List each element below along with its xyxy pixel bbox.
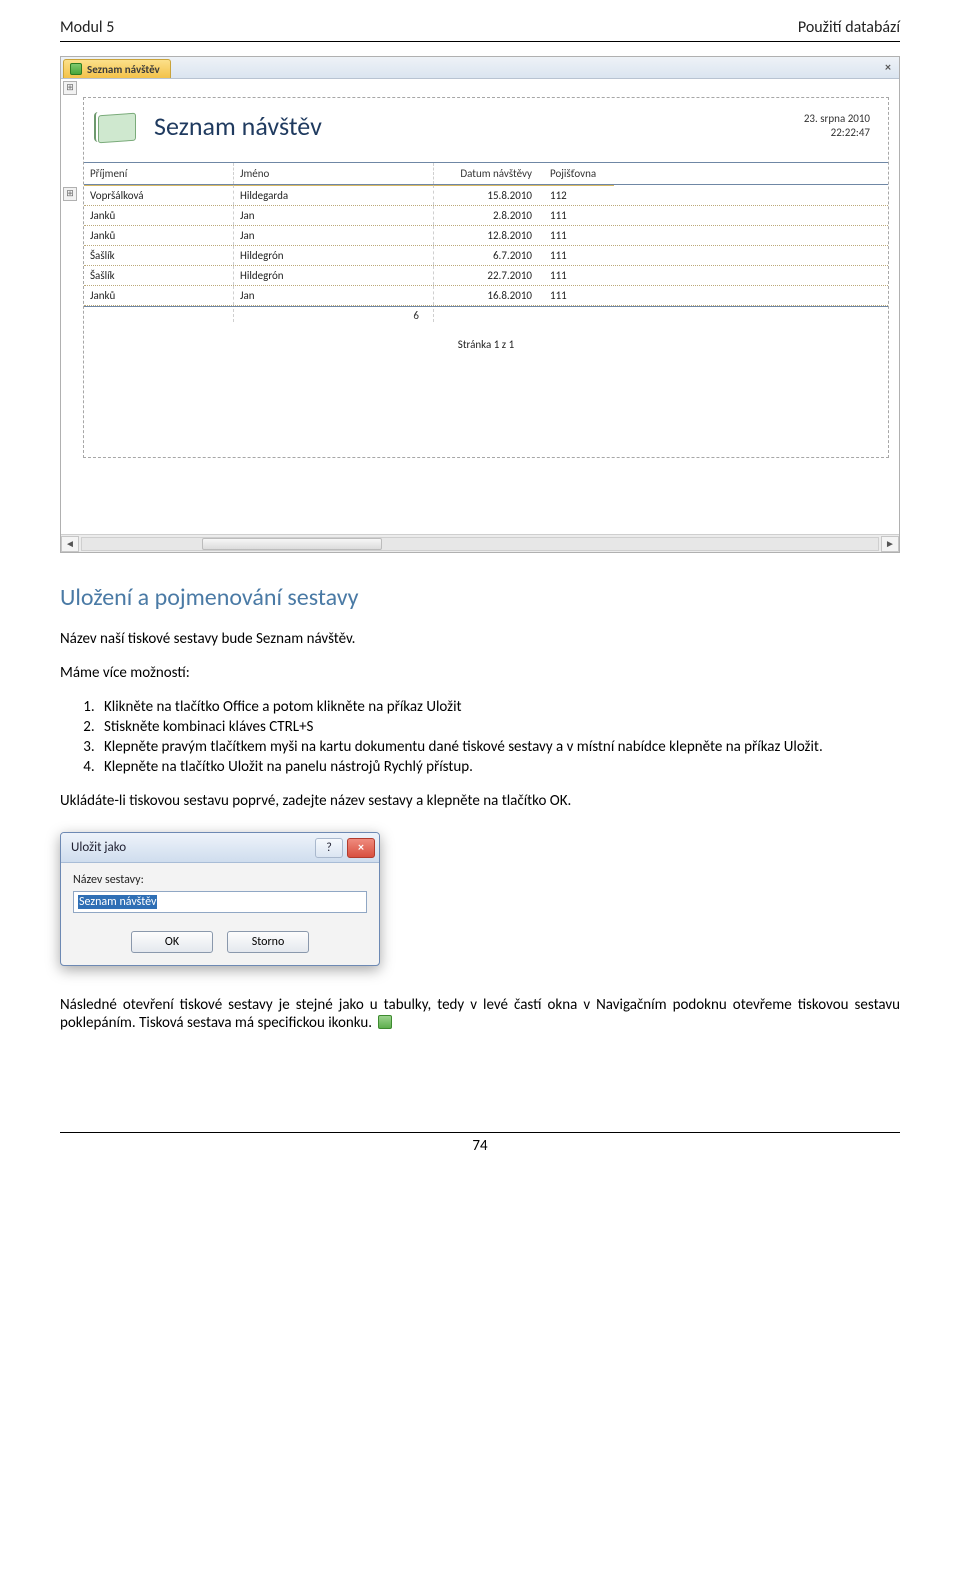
cell-pojistovna: 111 — [544, 206, 614, 225]
report-name-input[interactable]: Seznam návštěv — [73, 891, 367, 913]
cell-datum: 6.7.2010 — [434, 246, 544, 265]
table-row: JankůJan16.8.2010111 — [84, 286, 888, 306]
scroll-thumb[interactable] — [202, 538, 382, 550]
cell-jmeno: Hildegrón — [234, 246, 434, 265]
report-large-icon — [94, 106, 138, 146]
close-report-button[interactable]: × — [877, 57, 899, 78]
table-row: ŠašlíkHildegrón22.7.2010111 — [84, 266, 888, 286]
list-item: Stiskněte kombinaci kláves CTRL+S — [98, 718, 900, 736]
report-tabbar: Seznam návštěv × — [61, 57, 899, 79]
page-number: 74 — [472, 1137, 487, 1155]
section-heading: Uložení a pojmenování sestavy — [60, 583, 900, 612]
save-as-dialog: Uložit jako ? × Název sestavy: Seznam ná… — [60, 832, 380, 966]
dialog-titlebar: Uložit jako ? × — [61, 833, 379, 863]
first-save-paragraph: Ukládáte-li tiskovou sestavu poprvé, zad… — [60, 792, 900, 810]
cell-prijmeni: Vopršálková — [84, 185, 234, 205]
cell-pojistovna: 111 — [544, 286, 614, 305]
dialog-close-button[interactable]: × — [347, 838, 375, 858]
cell-jmeno: Jan — [234, 286, 434, 305]
header-right: Použití databází — [798, 18, 900, 37]
scroll-left-icon[interactable]: ◄ — [61, 536, 79, 552]
after-paragraph: Následné otevření tiskové sestavy je ste… — [60, 996, 900, 1032]
report-body: ⊞ ⊞ Seznam návštěv 23. srpna 2010 22:22:… — [61, 79, 899, 534]
report-tab-label: Seznam návštěv — [87, 63, 160, 76]
table-row: VopršálkováHildegarda15.8.2010112 — [84, 185, 888, 206]
table-row: JankůJan2.8.2010111 — [84, 206, 888, 226]
table-row: JankůJan12.8.2010111 — [84, 226, 888, 246]
cell-datum: 2.8.2010 — [434, 206, 544, 225]
cell-jmeno: Hildegrón — [234, 266, 434, 285]
ok-button[interactable]: OK — [131, 931, 213, 953]
cell-datum: 15.8.2010 — [434, 185, 544, 205]
horizontal-scrollbar[interactable]: ◄ ► — [61, 534, 899, 552]
report-tab[interactable]: Seznam návštěv — [63, 59, 171, 78]
cell-datum: 12.8.2010 — [434, 226, 544, 245]
list-item: Klikněte na tlačítko Office a potom klik… — [98, 698, 900, 716]
pager-text: Stránka 1 z 1 — [84, 324, 888, 357]
report-window: Seznam návštěv × ⊞ ⊞ Seznam návštěv 23. … — [60, 56, 900, 553]
scroll-track[interactable] — [81, 537, 879, 551]
steps-list: Klikněte na tlačítko Office a potom klik… — [98, 698, 900, 776]
row-header-cell-icon[interactable]: ⊞ — [63, 187, 77, 201]
page-header: Modul 5 Použití databází — [60, 18, 900, 42]
cell-pojistovna: 111 — [544, 246, 614, 265]
report-page: Seznam návštěv 23. srpna 2010 22:22:47 P… — [83, 97, 889, 458]
cell-datum: 16.8.2010 — [434, 286, 544, 305]
cell-prijmeni: Janků — [84, 206, 234, 225]
report-title: Seznam návštěv — [154, 110, 322, 142]
header-left: Modul 5 — [60, 18, 114, 37]
input-value: Seznam návštěv — [78, 895, 157, 909]
cell-jmeno: Jan — [234, 206, 434, 225]
dialog-title: Uložit jako — [71, 840, 311, 855]
col-prijmeni: Příjmení — [84, 163, 234, 184]
summary-row: 6 — [84, 306, 888, 324]
cell-prijmeni: Šašlík — [84, 266, 234, 285]
report-title-area: Seznam návštěv 23. srpna 2010 22:22:47 — [84, 98, 888, 162]
report-time: 22:22:47 — [804, 126, 870, 140]
table-row: ŠašlíkHildegrón6.7.2010111 — [84, 246, 888, 266]
page-footer: 74 — [60, 1132, 900, 1155]
column-headers: Příjmení Jméno Datum návštěvy Pojišťovna — [84, 162, 888, 185]
cell-jmeno: Hildegarda — [234, 185, 434, 205]
scroll-right-icon[interactable]: ► — [881, 536, 899, 552]
cell-jmeno: Jan — [234, 226, 434, 245]
cell-datum: 22.7.2010 — [434, 266, 544, 285]
col-pojistovna: Pojišťovna — [544, 163, 614, 184]
intro-paragraph: Název naší tiskové sestavy bude Seznam n… — [60, 630, 900, 648]
report-meta: 23. srpna 2010 22:22:47 — [804, 112, 878, 141]
dialog-help-button[interactable]: ? — [315, 838, 343, 858]
report-file-icon — [378, 1015, 392, 1029]
cancel-button[interactable]: Storno — [227, 931, 309, 953]
col-datum: Datum návštěvy — [434, 163, 544, 184]
options-paragraph: Máme více možností: — [60, 664, 900, 682]
cell-pojistovna: 111 — [544, 266, 614, 285]
cell-pojistovna: 111 — [544, 226, 614, 245]
after-paragraph-text: Následné otevření tiskové sestavy je ste… — [60, 996, 900, 1032]
report-date: 23. srpna 2010 — [804, 112, 870, 126]
col-jmeno: Jméno — [234, 163, 434, 184]
cell-prijmeni: Janků — [84, 226, 234, 245]
field-label: Název sestavy: — [73, 873, 367, 887]
corner-cell-icon[interactable]: ⊞ — [63, 81, 77, 95]
cell-prijmeni: Šašlík — [84, 246, 234, 265]
list-item: Klepněte na tlačítko Uložit na panelu ná… — [98, 758, 900, 776]
list-item: Klepněte pravým tlačítkem myši na kartu … — [98, 738, 900, 756]
cell-pojistovna: 112 — [544, 185, 614, 205]
cell-prijmeni: Janků — [84, 286, 234, 305]
report-icon — [70, 63, 82, 75]
row-count: 6 — [234, 309, 434, 322]
